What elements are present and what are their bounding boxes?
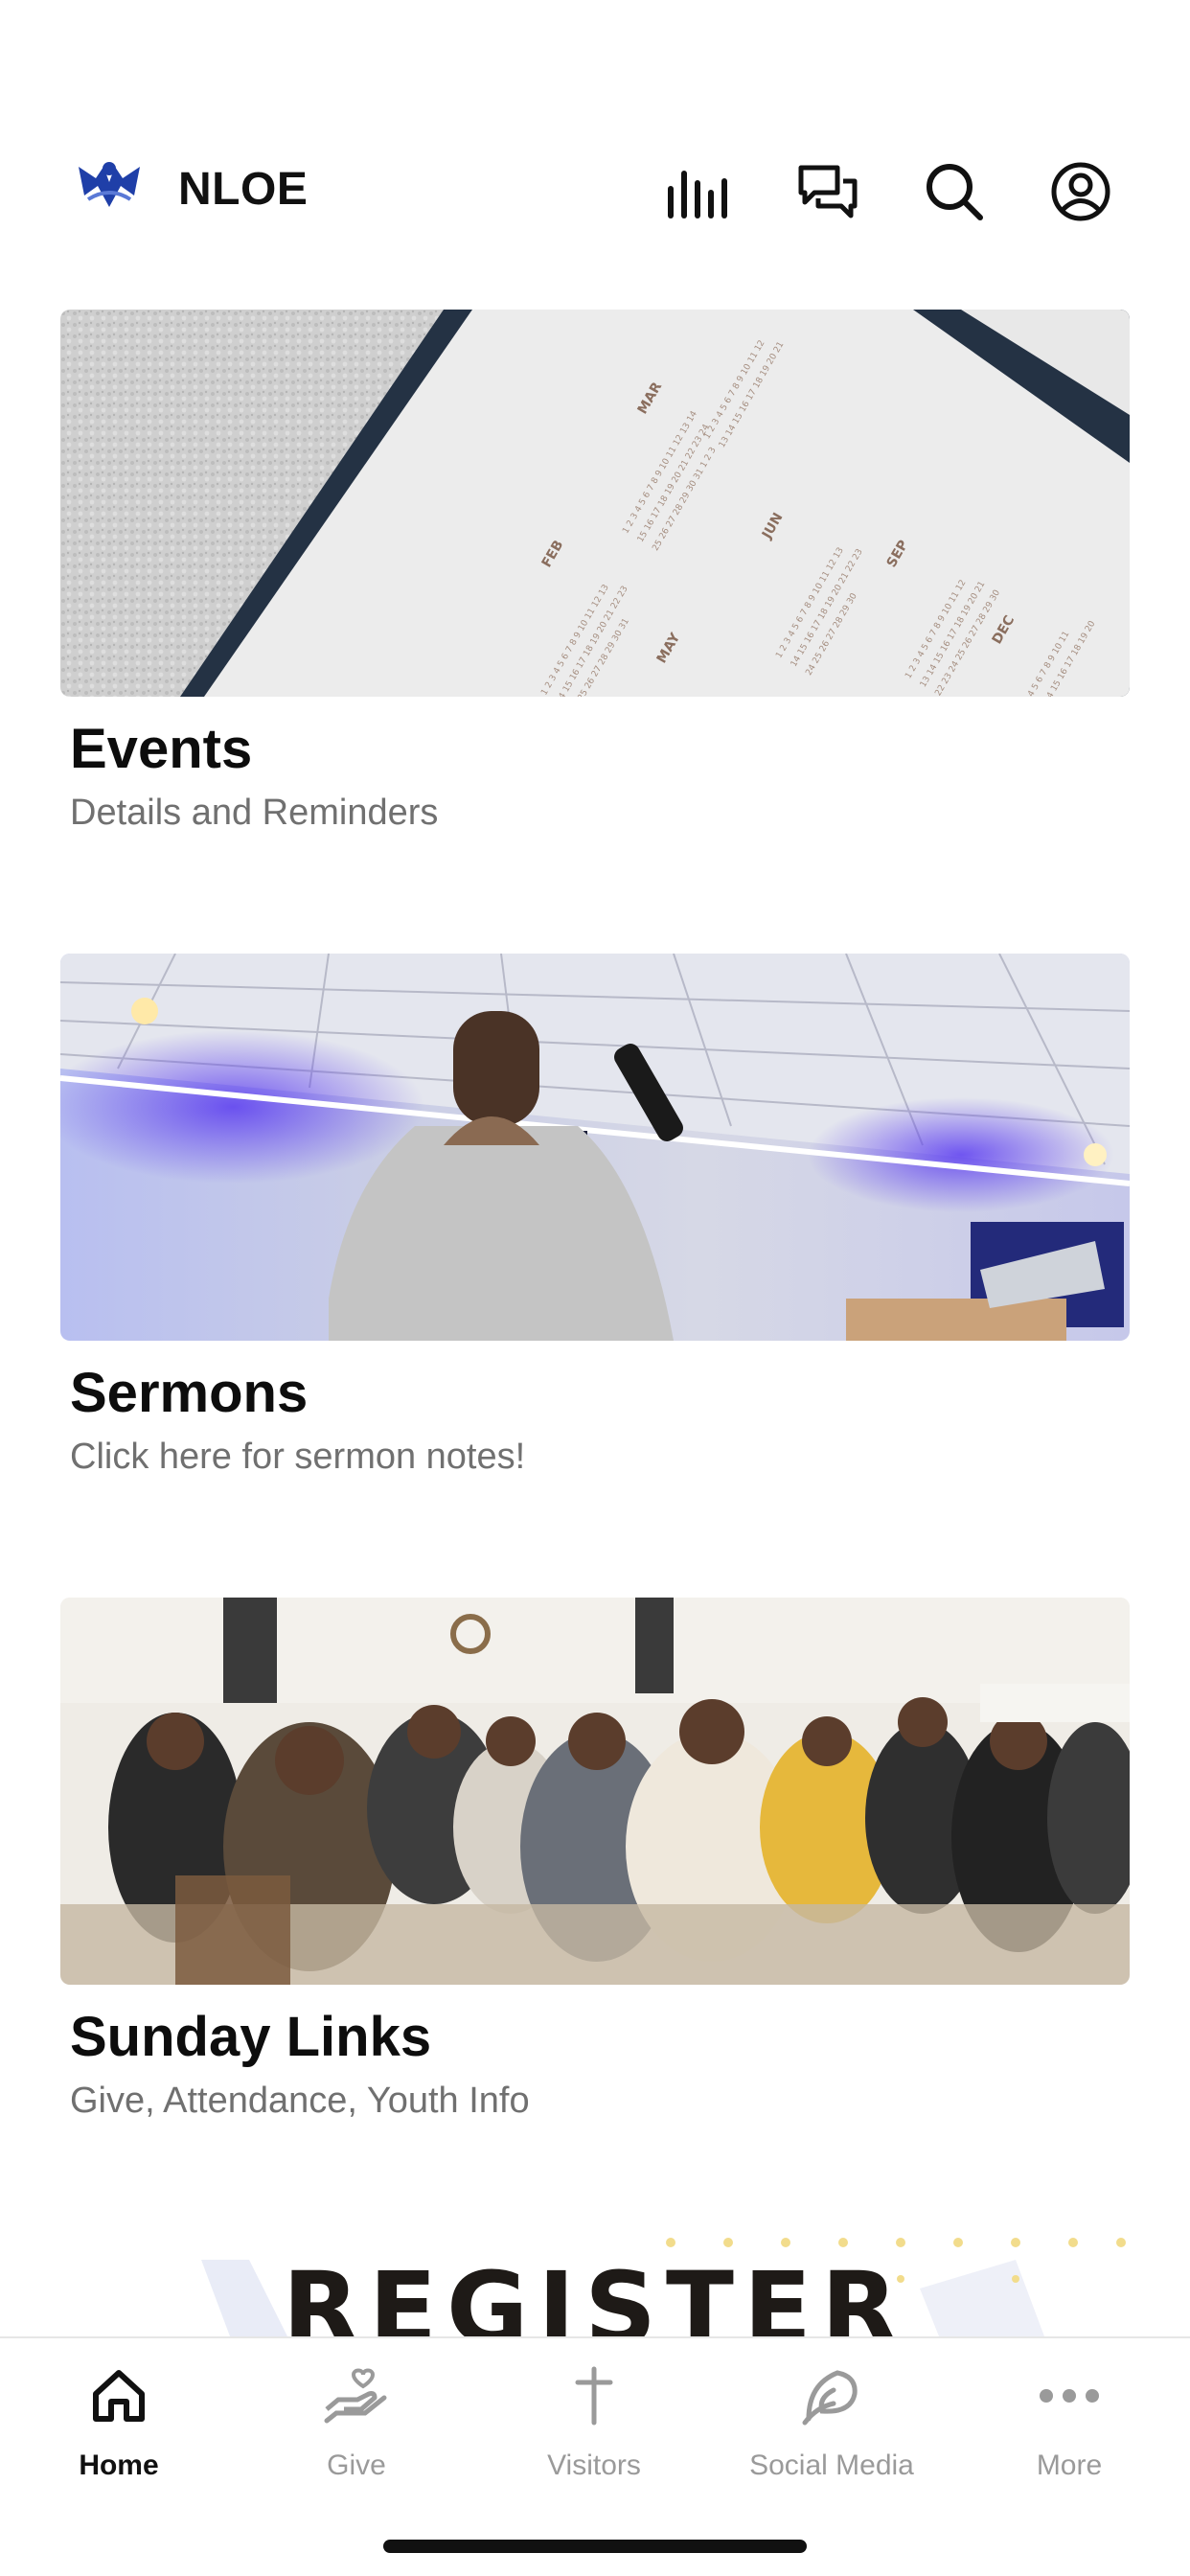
tab-give-label: Give [327,2450,386,2481]
audio-bars-icon[interactable] [665,157,734,226]
events-card[interactable]: MAR FEB JUN MAY SEP DEC 1 2 3 4 5 6 7 8 … [60,310,1130,846]
register-text: REGISTER [282,2250,908,2336]
sunday-links-subtitle: Give, Attendance, Youth Info [70,2081,530,2121]
home-indicator[interactable] [383,2540,807,2553]
congregation-photo [60,1598,1130,1985]
sunday-links-title: Sunday Links [70,2006,432,2068]
tab-social-media[interactable]: Social Media [713,2358,950,2511]
tab-give[interactable]: Give [238,2358,475,2511]
tab-more-label: More [1036,2450,1103,2481]
tab-social-media-label: Social Media [749,2450,914,2481]
preacher-photo [60,954,1130,1341]
tab-visitors-label: Visitors [547,2450,641,2481]
nloe-logo[interactable] [75,157,144,215]
tab-home-label: Home [79,2450,159,2481]
app-header: NLOE [0,144,1190,236]
events-title: Events [70,718,253,780]
search-icon[interactable] [920,157,989,226]
account-icon[interactable] [1046,157,1115,226]
sunday-links-card[interactable]: Sunday Links Give, Attendance, Youth Inf… [60,1598,1130,2134]
tab-more[interactable]: More [950,2358,1188,2511]
tab-home[interactable]: Home [0,2358,238,2511]
sermons-subtitle: Click here for sermon notes! [70,1437,526,1477]
more-dots-icon [1031,2358,1108,2434]
register-banner[interactable]: REGISTER [0,2221,1190,2336]
give-heart-hand-icon [318,2358,395,2434]
app-title: NLOE [178,164,309,215]
events-subtitle: Details and Reminders [70,793,439,833]
sermons-title: Sermons [70,1362,309,1424]
social-leaf-icon [793,2358,870,2434]
chat-icon[interactable] [793,157,862,226]
sermons-card[interactable]: Sermons Click here for sermon notes! [60,954,1130,1490]
calendar-photo: MAR FEB JUN MAY SEP DEC 1 2 3 4 5 6 7 8 … [60,310,1130,697]
cross-icon [556,2358,632,2434]
home-icon [80,2358,157,2434]
tab-visitors[interactable]: Visitors [475,2358,713,2511]
